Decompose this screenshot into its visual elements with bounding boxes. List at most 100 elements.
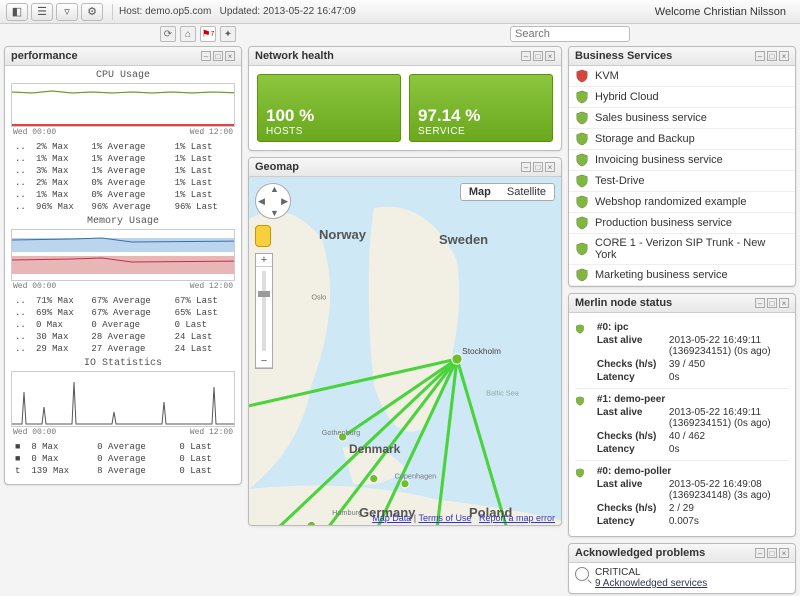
svg-text:Copenhagen: Copenhagen	[395, 472, 437, 481]
io-chart-title: IO Statistics	[11, 358, 235, 369]
close-icon[interactable]: ×	[225, 51, 235, 61]
zoom-out-icon[interactable]: −	[256, 355, 272, 368]
maximize-icon[interactable]: □	[213, 51, 223, 61]
geomap[interactable]: Stockholm Oslo Gothenburg Copenhagen Bal…	[249, 177, 561, 525]
minimize-icon[interactable]: –	[521, 162, 531, 172]
merlin-panel: Merlin node status –□× #0: ipcLast alive…	[568, 293, 796, 537]
io-stats: ■8 Max0 Average0 Last ■0 Max0 Average0 L…	[11, 440, 235, 478]
panel-title: Acknowledged problems	[575, 547, 705, 559]
zoom-in-icon[interactable]: +	[256, 254, 272, 267]
settings-icon[interactable]: ✦	[220, 26, 236, 42]
panel-title: performance	[11, 50, 78, 62]
svg-text:Oslo: Oslo	[311, 293, 326, 302]
magnifier-icon	[575, 567, 589, 581]
svg-text:Stockholm: Stockholm	[462, 346, 501, 356]
panel-title: Merlin node status	[575, 297, 672, 309]
performance-panel: performance –□× CPU Usage Wed 00:00Wed 1…	[4, 46, 242, 485]
close-icon[interactable]: ×	[779, 548, 789, 558]
gear-icon[interactable]: ⚙	[81, 3, 103, 21]
top-toolbar: ◧ ☰ ▿ ⚙ Host: demo.op5.com Updated: 2013…	[0, 0, 800, 24]
close-icon[interactable]: ×	[545, 51, 555, 61]
service-name: Test-Drive	[595, 175, 645, 187]
alert-icon[interactable]: ⚑7	[200, 26, 216, 42]
map-terms-link[interactable]: Terms of Use	[418, 513, 471, 523]
service-name: Marketing business service	[595, 269, 728, 281]
close-icon[interactable]: ×	[779, 51, 789, 61]
ack-panel: Acknowledged problems –□× CRITICAL 9 Ack…	[568, 543, 796, 594]
welcome-text: Welcome Christian Nilsson	[655, 6, 786, 18]
cpu-stats: ..2% Max1% Average1% Last ..1% Max1% Ave…	[11, 140, 235, 214]
service-row[interactable]: Production business service	[569, 213, 795, 234]
sub-toolbar: ⟳ ⌂ ⚑7 ✦	[0, 24, 800, 44]
minimize-icon[interactable]: –	[755, 298, 765, 308]
merlin-node: #0: demo-pollerLast alive2013-05-22 16:4…	[575, 461, 789, 532]
host-info: Host: demo.op5.com Updated: 2013-05-22 1…	[119, 6, 356, 17]
streetview-pegman-icon[interactable]	[255, 225, 271, 247]
minimize-icon[interactable]: –	[521, 51, 531, 61]
panel-title: Business Services	[575, 50, 672, 62]
service-name: Production business service	[595, 217, 732, 229]
svg-text:Baltic Sea: Baltic Sea	[486, 388, 520, 397]
maximize-icon[interactable]: □	[533, 162, 543, 172]
mem-chart	[11, 229, 235, 281]
merlin-node: #0: ipcLast alive2013-05-22 16:49:11 (13…	[575, 317, 789, 389]
geomap-panel: Geomap –□×	[248, 157, 562, 526]
dashboard-icon[interactable]: ◧	[6, 3, 28, 21]
service-name: Sales business service	[595, 112, 707, 124]
map-zoom-control[interactable]: + −	[255, 253, 273, 369]
label-denmark: Denmark	[349, 442, 400, 456]
service-row[interactable]: Invoicing business service	[569, 150, 795, 171]
svg-text:Hamburg: Hamburg	[332, 508, 362, 517]
mem-chart-title: Memory Usage	[11, 216, 235, 227]
label-sweden: Sweden	[439, 232, 488, 247]
service-row[interactable]: Marketing business service	[569, 265, 795, 286]
cpu-chart	[11, 83, 235, 127]
refresh-icon[interactable]: ⟳	[160, 26, 176, 42]
label-norway: Norway	[319, 227, 366, 242]
close-icon[interactable]: ×	[779, 298, 789, 308]
maptype-map[interactable]: Map	[461, 184, 499, 200]
ack-detail: 9 Acknowledged services	[595, 578, 707, 589]
service-name: Hybrid Cloud	[595, 91, 659, 103]
maximize-icon[interactable]: □	[533, 51, 543, 61]
service-name: KVM	[595, 70, 619, 82]
maximize-icon[interactable]: □	[767, 298, 777, 308]
ack-status: CRITICAL	[595, 567, 707, 578]
service-row[interactable]: Test-Drive	[569, 171, 795, 192]
home-icon[interactable]: ⌂	[180, 26, 196, 42]
service-row[interactable]: Webshop randomized example	[569, 192, 795, 213]
minimize-icon[interactable]: –	[755, 548, 765, 558]
maximize-icon[interactable]: □	[767, 51, 777, 61]
map-footer: Map Data | Terms of Use Report a map err…	[372, 513, 555, 523]
service-row[interactable]: CORE 1 - Verizon SIP Trunk - New York	[569, 234, 795, 265]
service-tile[interactable]: 97.14 % SERVICE	[409, 74, 553, 142]
reports-icon[interactable]: ☰	[31, 3, 53, 21]
merlin-node: #1: demo-peerLast alive2013-05-22 16:49:…	[575, 389, 789, 461]
hosts-tile[interactable]: 100 % HOSTS	[257, 74, 401, 142]
minimize-icon[interactable]: –	[755, 51, 765, 61]
svg-text:Gothenburg: Gothenburg	[322, 428, 360, 437]
map-report-link[interactable]: Report a map error	[479, 513, 555, 523]
service-name: Webshop randomized example	[595, 196, 746, 208]
service-row[interactable]: KVM	[569, 66, 795, 87]
service-row[interactable]: Hybrid Cloud	[569, 87, 795, 108]
close-icon[interactable]: ×	[545, 162, 555, 172]
maximize-icon[interactable]: □	[767, 548, 777, 558]
filter-icon[interactable]: ▿	[56, 3, 78, 21]
ack-row[interactable]: CRITICAL 9 Acknowledged services	[575, 567, 789, 589]
panel-title: Network health	[255, 50, 334, 62]
map-data-link[interactable]: Map Data	[372, 513, 411, 523]
network-health-panel: Network health –□× 100 % HOSTS 97.14 % S…	[248, 46, 562, 151]
service-row[interactable]: Sales business service	[569, 108, 795, 129]
map-pan-control[interactable]: ▲▼◀▶	[255, 183, 291, 219]
panel-title: Geomap	[255, 161, 299, 173]
minimize-icon[interactable]: –	[201, 51, 211, 61]
service-name: CORE 1 - Verizon SIP Trunk - New York	[595, 237, 789, 261]
maptype-satellite[interactable]: Satellite	[499, 184, 554, 200]
service-row[interactable]: Storage and Backup	[569, 129, 795, 150]
business-services-panel: Business Services –□× KVM Hybrid Cloud Sal…	[568, 46, 796, 287]
mem-stats: ..71% Max67% Average67% Last ..69% Max67…	[11, 294, 235, 356]
service-name: Invoicing business service	[595, 154, 723, 166]
cpu-chart-title: CPU Usage	[11, 70, 235, 81]
search-input[interactable]	[510, 26, 630, 42]
